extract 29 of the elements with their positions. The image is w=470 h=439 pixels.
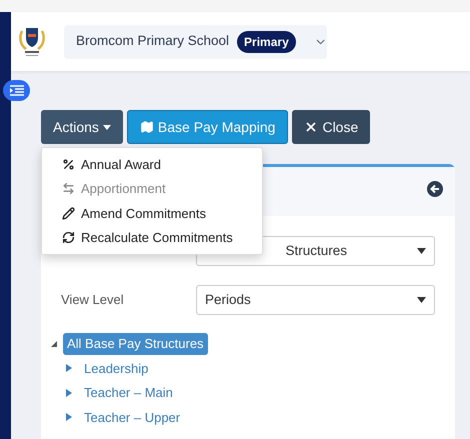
view-level-select[interactable]: Periods	[196, 285, 435, 315]
list-icon	[10, 85, 24, 96]
tree-item[interactable]: Leadership	[80, 358, 152, 379]
tree-item[interactable]: Teacher – Main	[80, 382, 177, 404]
expanded-triangle-icon[interactable]	[51, 340, 57, 347]
menu-item[interactable]: Amend Commitments	[42, 201, 262, 226]
tree-item[interactable]: All Base Pay Structures	[63, 333, 208, 354]
school-type-label: Primary	[237, 30, 296, 52]
dropdown-arrow-icon	[417, 297, 426, 303]
refresh-icon	[62, 231, 75, 244]
pencil-icon	[62, 206, 75, 220]
collapsed-triangle-icon[interactable]	[66, 364, 72, 372]
sidebar-toggle-button[interactable]	[3, 80, 30, 101]
menu-item[interactable]: Annual Award	[42, 152, 262, 176]
transfer-arrows-icon	[62, 182, 75, 196]
dropdown-arrow-icon	[417, 248, 426, 254]
actions-button[interactable]: Actions	[41, 110, 123, 144]
caret-icon	[102, 124, 111, 130]
back-icon[interactable]	[427, 181, 443, 197]
map-icon	[140, 120, 154, 134]
school-name: Bromcom Primary School	[76, 32, 230, 50]
collapsed-triangle-icon[interactable]	[66, 388, 72, 397]
view-level-label: View Level	[61, 291, 125, 310]
percent-icon	[62, 158, 75, 171]
collapsed-triangle-icon[interactable]	[66, 413, 72, 422]
tree-item[interactable]: Teacher – Upper	[80, 406, 184, 428]
school-selector[interactable]: Bromcom Primary School Primary	[64, 24, 327, 58]
close-icon	[304, 120, 318, 134]
close-button[interactable]: Close	[292, 110, 370, 144]
